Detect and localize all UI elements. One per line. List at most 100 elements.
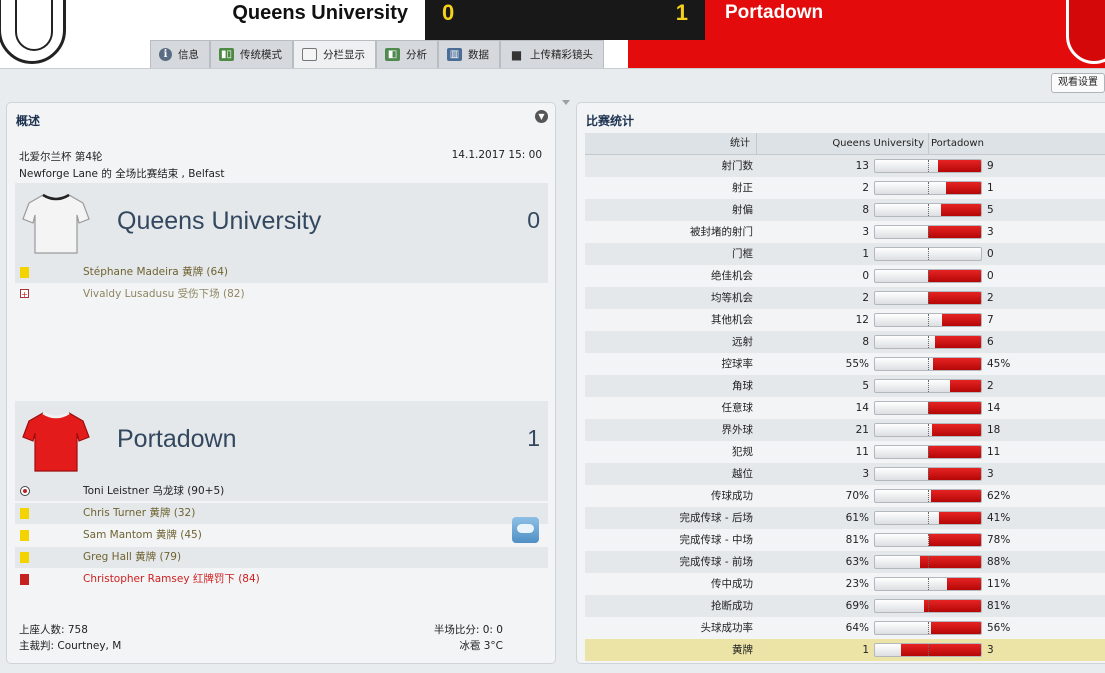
stat-label: 射门数 xyxy=(721,160,754,172)
halftime-score: 半场比分: 0: 0 xyxy=(433,624,503,636)
stats-title: 比赛统计 xyxy=(586,114,635,128)
stat-away-value: 2 xyxy=(987,292,994,304)
stat-away-bar-fill xyxy=(932,424,981,436)
stat-away-bar-fill xyxy=(935,336,981,348)
stat-comparison-bar xyxy=(874,423,982,437)
stat-bar-midline xyxy=(928,424,929,436)
stat-label: 控球率 xyxy=(721,358,754,370)
stat-away-bar-fill xyxy=(901,644,981,656)
stat-row: 界外球 21 18 xyxy=(585,419,1105,441)
view-settings-button[interactable]: 观看设置 xyxy=(1051,73,1105,93)
stat-home-value: 21 xyxy=(855,424,869,436)
stat-row: 完成传球 - 后场 61% 41% xyxy=(585,507,1105,529)
stat-away-bar-fill xyxy=(931,622,981,634)
stat-bar-midline xyxy=(928,292,929,304)
stat-away-bar-fill xyxy=(942,314,981,326)
tab-classic-label: 传统模式 xyxy=(240,49,282,61)
stat-row: 越位 3 3 xyxy=(585,463,1105,485)
stat-label: 传中成功 xyxy=(711,578,753,590)
stat-away-value: 5 xyxy=(987,204,994,216)
home-event-row: + Vivaldy Lusadusu 受伤下场 (82) xyxy=(15,284,548,305)
stat-comparison-bar xyxy=(874,313,982,327)
event-text: Christopher Ramsey 红牌罚下 (84) xyxy=(83,573,260,585)
match-datetime: 14.1.2017 15: 00 xyxy=(451,149,542,161)
tab-data[interactable]: ▥ 数据 xyxy=(438,40,500,68)
stats-col-home[interactable]: Queens University xyxy=(757,133,929,154)
stat-comparison-bar xyxy=(874,577,982,591)
stat-home-value: 81% xyxy=(845,534,869,546)
red-card-icon xyxy=(20,574,29,585)
venue-status: Newforge Lane 的 全场比赛结束 , Belfast xyxy=(19,168,225,180)
panel-splitter-handle[interactable] xyxy=(562,100,570,105)
stats-col-away[interactable]: Portadown xyxy=(931,133,984,154)
stat-comparison-bar xyxy=(874,269,982,283)
stat-bar-midline xyxy=(928,380,929,392)
stat-row: 任意球 14 14 xyxy=(585,397,1105,419)
header-home-score: 0 xyxy=(442,0,455,25)
stat-label: 完成传球 - 后场 xyxy=(679,512,753,524)
stat-row: 抢断成功 69% 81% xyxy=(585,595,1105,617)
stat-away-bar-fill xyxy=(920,556,981,568)
tab-upload-label: 上传精彩镜头 xyxy=(530,49,593,61)
stat-bar-midline xyxy=(928,248,929,260)
stat-label: 界外球 xyxy=(721,424,754,436)
stat-away-value: 3 xyxy=(987,468,994,480)
stat-bar-midline xyxy=(928,270,929,282)
event-text: Sam Mantom 黄牌 (45) xyxy=(83,529,202,541)
stat-comparison-bar xyxy=(874,489,982,503)
collapse-icon[interactable]: ▼ xyxy=(535,110,548,123)
tab-split-view[interactable]: 分栏显示 xyxy=(293,40,376,68)
stat-home-value: 1 xyxy=(862,644,869,656)
stat-label: 其他机会 xyxy=(711,314,753,326)
stat-row: 完成传球 - 中场 81% 78% xyxy=(585,529,1105,551)
stat-home-value: 3 xyxy=(862,468,869,480)
stat-label: 任意球 xyxy=(721,402,754,414)
stat-home-value: 11 xyxy=(855,446,869,458)
stat-row: 均等机会 2 2 xyxy=(585,287,1105,309)
tab-classic-mode[interactable]: ▮▯ 传统模式 xyxy=(210,40,293,68)
stat-row: 被封堵的射门 3 3 xyxy=(585,221,1105,243)
stat-home-value: 23% xyxy=(845,578,869,590)
event-text: Chris Turner 黄牌 (32) xyxy=(83,507,196,519)
tab-analysis-label: 分析 xyxy=(406,49,427,61)
stat-away-value: 11% xyxy=(987,578,1011,590)
stat-bar-midline xyxy=(928,512,929,524)
stat-comparison-bar xyxy=(874,643,982,657)
stat-label: 传球成功 xyxy=(711,490,753,502)
stat-label: 门框 xyxy=(732,248,753,260)
scoreboard: 0 1 xyxy=(425,0,705,40)
stat-comparison-bar xyxy=(874,467,982,481)
tab-upload-highlights[interactable]: ■ 上传精彩镜头 xyxy=(500,40,604,68)
tab-analysis[interactable]: ◧ 分析 xyxy=(376,40,438,68)
overview-panel: 概述 ▼ 北爱尔兰杯 第4轮 14.1.2017 15: 00 Newforge… xyxy=(6,102,556,664)
stat-row: 黄牌 1 3 xyxy=(585,639,1105,661)
stat-comparison-bar xyxy=(874,291,982,305)
stat-bar-midline xyxy=(928,600,929,612)
info-icon: i xyxy=(159,48,172,61)
split-view-icon xyxy=(302,48,317,61)
stats-header-row: 统计 Queens University Portadown xyxy=(585,133,1105,155)
stat-home-value: 13 xyxy=(855,160,869,172)
stat-comparison-bar xyxy=(874,335,982,349)
stat-away-bar-fill xyxy=(938,160,981,172)
own-goal-icon xyxy=(20,486,30,496)
stat-label: 完成传球 - 前场 xyxy=(679,556,753,568)
away-event-row: Sam Mantom 黄牌 (45) xyxy=(15,525,548,546)
stat-row: 射正 2 1 xyxy=(585,177,1105,199)
data-chart-icon: ▥ xyxy=(447,48,462,61)
stats-col-stat[interactable]: 统计 xyxy=(585,133,757,154)
stat-away-bar-fill xyxy=(928,226,981,238)
tab-info[interactable]: i 信息 xyxy=(150,40,210,68)
stat-away-value: 88% xyxy=(987,556,1011,568)
stat-comparison-bar xyxy=(874,247,982,261)
attendance: 上座人数: 758 xyxy=(19,624,88,636)
stat-comparison-bar xyxy=(874,445,982,459)
home-event-row: Stéphane Madeira 黄牌 (64) xyxy=(15,262,548,283)
stat-home-value: 12 xyxy=(855,314,869,326)
stat-bar-midline xyxy=(928,402,929,414)
stat-comparison-bar xyxy=(874,159,982,173)
stat-row: 绝佳机会 0 0 xyxy=(585,265,1105,287)
stat-away-value: 78% xyxy=(987,534,1011,546)
stat-row: 完成传球 - 前场 63% 88% xyxy=(585,551,1105,573)
header-home-team: Queens University xyxy=(232,2,408,24)
